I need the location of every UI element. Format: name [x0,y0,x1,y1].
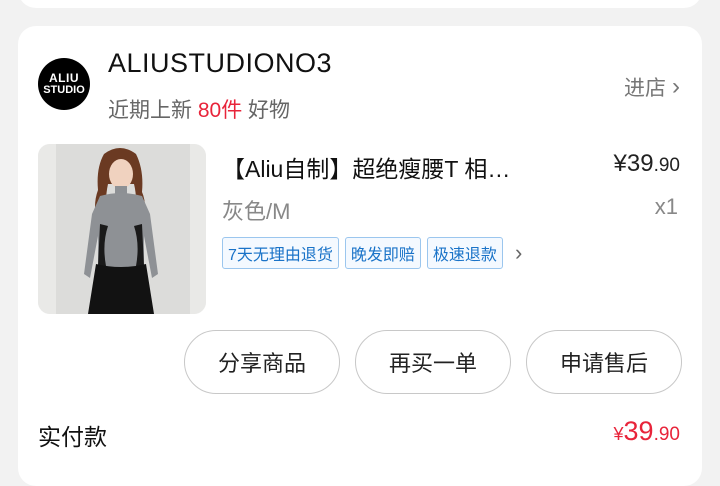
service-tag: 7天无理由退货 [222,237,339,269]
enter-store-label: 进店 [624,77,666,100]
product-image[interactable] [38,144,206,314]
paid-decimal: .90 [653,424,680,445]
chevron-right-icon[interactable]: › [515,240,522,266]
chevron-right-icon: › [672,73,680,100]
store-name[interactable]: ALIUSTUDIONO3 [108,48,332,79]
previous-card-edge [18,0,702,8]
new-arrivals-suffix: 好物 [248,99,291,122]
new-arrivals-prefix: 近期上新 [108,99,192,122]
service-tags[interactable]: 7天无理由退货 晚发即赔 极速退款 › [222,237,522,269]
new-arrivals-count: 80件 [197,99,243,122]
logo-text-line1: ALIU [49,70,79,85]
product-price: ¥39.90 [614,150,680,178]
price-symbol: ¥ [613,150,627,177]
price-decimal: .90 [653,155,680,176]
rebuy-button[interactable]: 再买一单 [355,330,511,394]
store-new-arrivals: 近期上新 80件 好物 [108,94,290,124]
service-tag: 晚发即赔 [344,237,421,269]
paid-symbol: ¥ [613,424,624,444]
product-title[interactable]: 【Aliu自制】超绝瘦腰T 相… [222,150,562,184]
product-quantity: x1 [654,194,678,219]
logo-text-line2: STUDIO [43,83,85,96]
enter-store-link[interactable]: 进店 › [624,72,680,102]
after-sale-button[interactable]: 申请售后 [526,330,682,394]
paid-integer: 39 [623,416,654,446]
product-spec: 灰色/M [222,199,291,224]
paid-amount-value: ¥39.90 [614,416,680,447]
share-product-button[interactable]: 分享商品 [184,330,340,394]
store-logo[interactable]: ALIU STUDIO [38,58,90,110]
order-card: ALIU STUDIO ALIUSTUDIONO3 近期上新 80件 好物 进店… [18,26,702,486]
paid-amount-label: 实付款 [38,424,107,450]
price-integer: 39 [626,150,654,177]
service-tag: 极速退款 [426,237,503,269]
